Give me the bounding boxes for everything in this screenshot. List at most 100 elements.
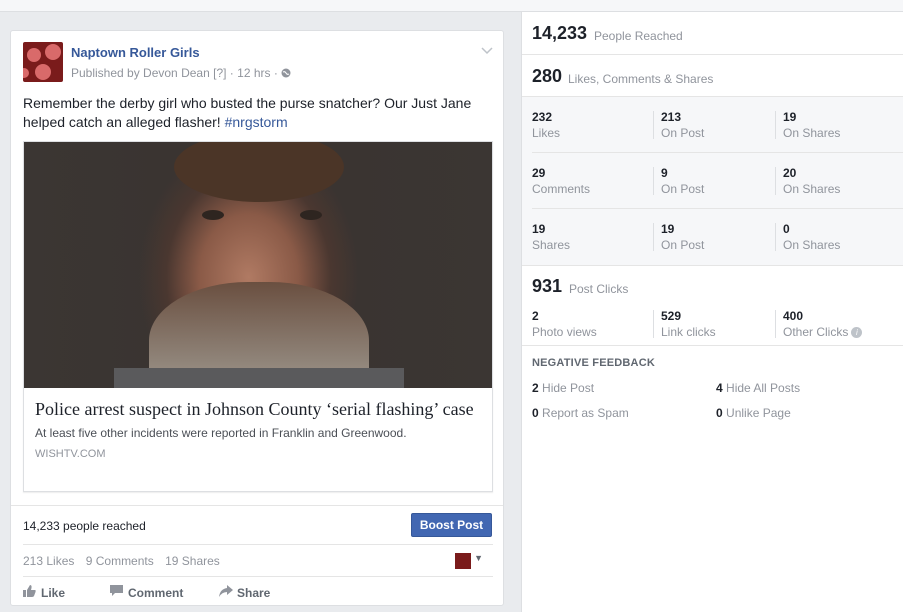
stat-label: On Post xyxy=(661,238,705,252)
stat-label: Shares xyxy=(532,238,571,252)
top-bar xyxy=(0,0,903,12)
shares-on-post-stat: 19 On Post xyxy=(661,222,781,252)
stat-value: 9 xyxy=(661,166,668,180)
info-icon[interactable]: i xyxy=(851,327,863,338)
shares-stat: 19 Shares xyxy=(532,222,652,252)
post-time[interactable]: 12 hrs xyxy=(237,66,270,80)
likes-on-post-stat: 213 On Post xyxy=(661,110,781,140)
published-by[interactable]: Published by Devon Dean xyxy=(71,66,210,80)
engagement-breakdown: 232 Likes 213 On Post 19 On Shares 29 Co… xyxy=(522,97,903,265)
comments-on-post-stat: 9 On Post xyxy=(661,166,781,196)
stat-label: Link clicks xyxy=(661,325,716,339)
stat-label: On Post xyxy=(661,126,705,140)
stat-label: Unlike Page xyxy=(726,406,791,420)
engagement-label: Likes, Comments & Shares xyxy=(568,72,714,86)
stat-value: 400 xyxy=(783,309,804,323)
photo-views-stat: 2 Photo views xyxy=(532,309,652,339)
stat-label: Other Clicks i xyxy=(783,325,903,339)
meta-separator: · xyxy=(229,66,234,80)
chevron-down-icon[interactable] xyxy=(481,44,493,58)
comments-stat: 29 Comments xyxy=(532,166,652,196)
like-button[interactable]: Like xyxy=(23,585,65,600)
negative-feedback-title: NEGATIVE FEEDBACK xyxy=(532,357,655,369)
stat-value: 2 xyxy=(532,309,539,323)
link-title[interactable]: Police arrest suspect in Johnson County … xyxy=(35,398,481,420)
shares-on-shares-stat: 0 On Shares xyxy=(783,222,903,252)
link-description: At least five other incidents were repor… xyxy=(35,426,407,440)
unlike-page-stat: 0 Unlike Page xyxy=(716,406,791,420)
stat-value: 0 xyxy=(783,222,790,236)
stat-label: Likes xyxy=(532,126,561,140)
stat-label: On Post xyxy=(661,182,705,196)
engagement-summary: 280 Likes, Comments & Shares xyxy=(522,55,903,97)
insights-panel: 14,233 People Reached 280 Likes, Comment… xyxy=(521,12,903,612)
comment-label: Comment xyxy=(128,586,184,600)
stat-value: 19 xyxy=(783,110,797,124)
globe-icon xyxy=(281,66,291,80)
hide-all-posts-stat: 4 Hide All Posts xyxy=(716,381,800,395)
hashtag-link[interactable]: #nrgstorm xyxy=(225,114,288,130)
engagement-value: 280 xyxy=(532,66,563,86)
link-photo[interactable] xyxy=(24,142,492,388)
post-header: Naptown Roller Girls Published by Devon … xyxy=(23,42,493,84)
thumbs-up-icon xyxy=(23,585,37,600)
reach-value: 14,233 xyxy=(532,23,588,43)
like-label: Like xyxy=(41,586,66,600)
link-preview[interactable]: Police arrest suspect in Johnson County … xyxy=(23,141,493,492)
clicks-summary: 931 Post Clicks 2 Photo views 529 Link c… xyxy=(522,265,903,346)
stat-value: 19 xyxy=(532,222,546,236)
boost-post-button[interactable]: Boost Post xyxy=(411,513,492,537)
clicks-value: 931 xyxy=(532,276,563,296)
share-label: Share xyxy=(237,586,271,600)
reach-row: 14,233 people reached Boost Post xyxy=(11,505,503,543)
stat-value: 232 xyxy=(532,110,553,124)
reach-summary: 14,233 People Reached xyxy=(522,12,903,55)
likes-count[interactable]: 213 Likes xyxy=(23,554,74,568)
comment-button[interactable]: Comment xyxy=(110,585,183,600)
stat-value: 0 xyxy=(532,406,539,420)
other-clicks-label: Other Clicks xyxy=(783,325,849,339)
stat-label: Comments xyxy=(532,182,591,196)
stat-value: 19 xyxy=(661,222,675,236)
page-name-link[interactable]: Naptown Roller Girls xyxy=(71,45,200,60)
stat-value: 29 xyxy=(532,166,546,180)
stat-label: Photo views xyxy=(532,325,597,339)
likes-stat: 232 Likes xyxy=(532,110,652,140)
post-message: Remember the derby girl who busted the p… xyxy=(23,94,493,132)
stat-value: 4 xyxy=(716,381,723,395)
post-meta: Published by Devon Dean [?] · 12 hrs · xyxy=(71,66,291,80)
stat-value: 20 xyxy=(783,166,797,180)
post-card: Naptown Roller Girls Published by Devon … xyxy=(10,30,504,606)
stat-label: Hide All Posts xyxy=(726,381,801,395)
stat-label: On Shares xyxy=(783,182,841,196)
link-clicks-stat: 529 Link clicks xyxy=(661,309,781,339)
stat-value: 0 xyxy=(716,406,723,420)
people-reached[interactable]: 14,233 people reached xyxy=(23,519,146,533)
stat-label: Report as Spam xyxy=(542,406,629,420)
stat-value: 213 xyxy=(661,110,682,124)
stat-value: 529 xyxy=(661,309,682,323)
share-button[interactable]: Share xyxy=(219,585,270,600)
clicks-label: Post Clicks xyxy=(569,282,629,296)
meta-separator: · xyxy=(273,66,278,80)
link-info[interactable]: Police arrest suspect in Johnson County … xyxy=(24,388,492,491)
likes-on-shares-stat: 19 On Shares xyxy=(783,110,903,140)
actor-avatar[interactable] xyxy=(455,553,471,569)
action-row: Like Comment Share xyxy=(23,576,493,604)
page-avatar[interactable] xyxy=(23,42,63,82)
reach-label: People Reached xyxy=(594,29,683,43)
comments-count[interactable]: 9 Comments xyxy=(86,554,154,568)
stat-label: On Shares xyxy=(783,238,841,252)
share-arrow-icon xyxy=(219,585,233,600)
stat-label: On Shares xyxy=(783,126,841,140)
counts-row: 213 Likes 9 Comments 19 Shares ▼ xyxy=(23,544,493,575)
shares-count[interactable]: 19 Shares xyxy=(165,554,220,568)
caret-down-icon[interactable]: ▼ xyxy=(474,553,483,563)
stat-value: 2 xyxy=(532,381,539,395)
report-spam-stat: 0 Report as Spam xyxy=(532,406,629,420)
link-domain: WISHTV.COM xyxy=(35,448,106,460)
comments-on-shares-stat: 20 On Shares xyxy=(783,166,903,196)
stat-label: Hide Post xyxy=(542,381,595,395)
comment-icon xyxy=(110,585,124,600)
help-marker[interactable]: [?] xyxy=(213,66,226,80)
